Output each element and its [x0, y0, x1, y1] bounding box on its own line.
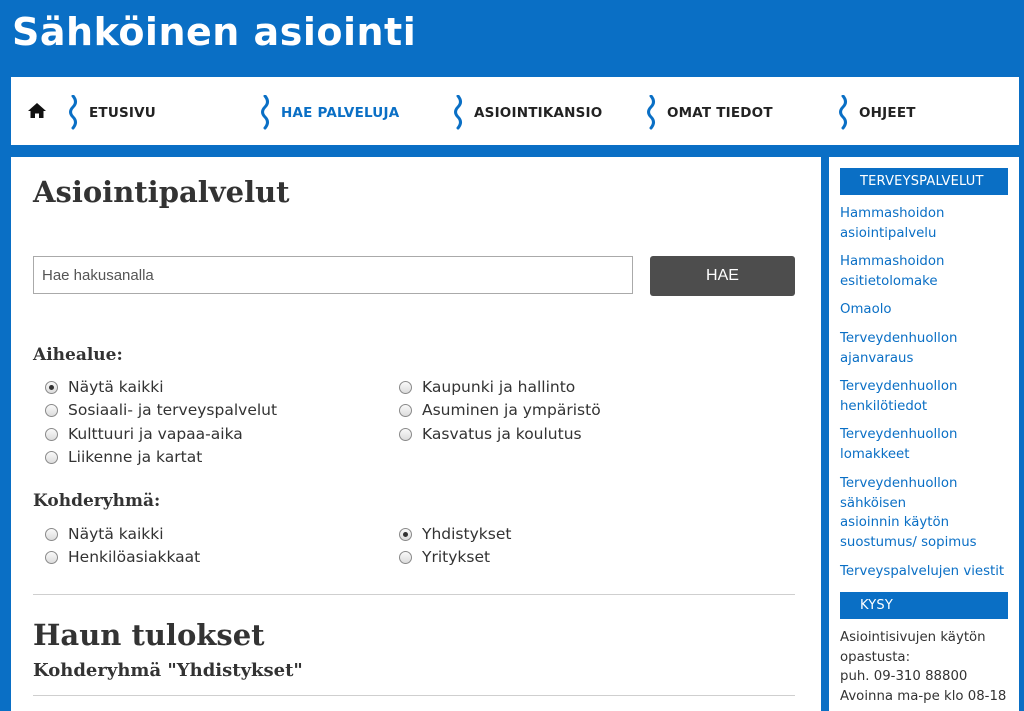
search-input[interactable]	[33, 256, 633, 294]
radio-button[interactable]	[45, 527, 58, 541]
radio-topic-kaupunki[interactable]: Kaupunki ja hallinto	[399, 376, 575, 398]
radio-label: Kaupunki ja hallinto	[422, 378, 576, 396]
wave-separator-icon	[454, 95, 462, 130]
sidebar-link-hammashoidon-asiointipalvelu[interactable]: Hammashoidon asiointipalvelu	[840, 204, 1010, 243]
main-navigation: ETUSIVU HAE PALVELUJA ASIOINTIKANSIO OMA…	[11, 77, 1019, 145]
main-content: Asiointipalvelut HAE Aihealue: Näytä kai…	[11, 157, 821, 711]
sidebar-header-terveyspalvelut: TERVEYSPALVELUT	[840, 168, 1008, 195]
nav-item-etusivu[interactable]: ETUSIVU	[67, 95, 156, 130]
wave-separator-icon	[69, 95, 77, 130]
wave-separator-icon	[839, 95, 847, 130]
radio-label: Yritykset	[422, 548, 491, 566]
radio-topic-kulttuuri[interactable]: Kulttuuri ja vapaa-aika	[45, 423, 243, 445]
radio-target-yritykset[interactable]: Yritykset	[399, 546, 490, 568]
results-divider	[33, 695, 795, 696]
sidebar-link-suostumus[interactable]: Terveydenhuollon sähköisen asioinnin käy…	[840, 474, 1010, 553]
radio-label: Liikenne ja kartat	[68, 448, 203, 466]
sidebar-link-omaolo[interactable]: Omaolo	[840, 300, 1010, 320]
radio-label: Sosiaali- ja terveyspalvelut	[68, 401, 278, 419]
nav-label: ASIOINTIKANSIO	[474, 105, 603, 121]
radio-button[interactable]	[399, 380, 412, 394]
radio-button[interactable]	[399, 527, 412, 541]
wave-separator-icon	[647, 95, 655, 130]
sidebar-link-lomakkeet[interactable]: Terveydenhuollon lomakkeet	[840, 425, 1010, 464]
nav-item-hae-palveluja[interactable]: HAE PALVELUJA	[259, 95, 400, 130]
radio-label: Kulttuuri ja vapaa-aika	[68, 425, 243, 443]
section-divider	[33, 594, 795, 595]
sidebar-link-ajanvaraus[interactable]: Terveydenhuollon ajanvaraus	[840, 329, 1010, 368]
radio-label: Yhdistykset	[422, 525, 512, 543]
topic-heading: Aihealue:	[33, 345, 123, 365]
nav-label: HAE PALVELUJA	[281, 105, 400, 121]
nav-label: OHJEET	[859, 105, 916, 121]
radio-label: Näytä kaikki	[68, 525, 164, 543]
search-button[interactable]: HAE	[650, 256, 795, 296]
radio-topic-sosiaali-terveys[interactable]: Sosiaali- ja terveyspalvelut	[45, 399, 277, 421]
radio-target-all[interactable]: Näytä kaikki	[45, 523, 164, 545]
radio-topic-liikenne[interactable]: Liikenne ja kartat	[45, 446, 202, 468]
sidebar-link-viestit[interactable]: Terveyspalvelujen viestit	[840, 562, 1010, 582]
nav-label: ETUSIVU	[89, 105, 156, 121]
results-subtitle: Kohderyhmä "Yhdistykset"	[33, 660, 303, 681]
radio-target-yhdistykset[interactable]: Yhdistykset	[399, 523, 511, 545]
wave-separator-icon	[261, 95, 269, 130]
radio-button[interactable]	[45, 550, 58, 564]
radio-button[interactable]	[45, 380, 58, 394]
target-heading: Kohderyhmä:	[33, 491, 161, 511]
radio-topic-kasvatus[interactable]: Kasvatus ja koulutus	[399, 423, 582, 445]
radio-target-henkiloasiakkaat[interactable]: Henkilöasiakkaat	[45, 546, 200, 568]
radio-button[interactable]	[45, 450, 58, 464]
radio-button[interactable]	[399, 403, 412, 417]
nav-label: OMAT TIEDOT	[667, 105, 773, 121]
sidebar-header-kysy: KYSY	[840, 592, 1008, 619]
radio-button[interactable]	[45, 403, 58, 417]
radio-label: Asuminen ja ympäristö	[422, 401, 601, 419]
sidebar: TERVEYSPALVELUT Hammashoidon asiointipal…	[829, 157, 1019, 711]
sidebar-link-hammashoidon-esitietolomake[interactable]: Hammashoidon esitietolomake	[840, 252, 1010, 291]
radio-button[interactable]	[399, 427, 412, 441]
nav-item-omat-tiedot[interactable]: OMAT TIEDOT	[645, 95, 773, 130]
radio-button[interactable]	[45, 427, 58, 441]
radio-label: Henkilöasiakkaat	[68, 548, 201, 566]
nav-item-ohjeet[interactable]: OHJEET	[837, 95, 916, 130]
radio-label: Näytä kaikki	[68, 378, 164, 396]
sidebar-help-text: Asiointisivujen käytön opastusta: puh. 0…	[840, 630, 1007, 705]
radio-button[interactable]	[399, 550, 412, 564]
radio-label: Kasvatus ja koulutus	[422, 425, 582, 443]
app-title: Sähköinen asiointi	[12, 10, 417, 54]
radio-topic-all[interactable]: Näytä kaikki	[45, 376, 164, 398]
results-title: Haun tulokset	[33, 618, 265, 652]
nav-item-asiointikansio[interactable]: ASIOINTIKANSIO	[452, 95, 603, 130]
radio-topic-asuminen[interactable]: Asuminen ja ympäristö	[399, 399, 601, 421]
page-title: Asiointipalvelut	[33, 175, 290, 209]
sidebar-link-henkilotiedot[interactable]: Terveydenhuollon henkilötiedot	[840, 377, 1010, 416]
home-icon[interactable]	[27, 102, 47, 120]
